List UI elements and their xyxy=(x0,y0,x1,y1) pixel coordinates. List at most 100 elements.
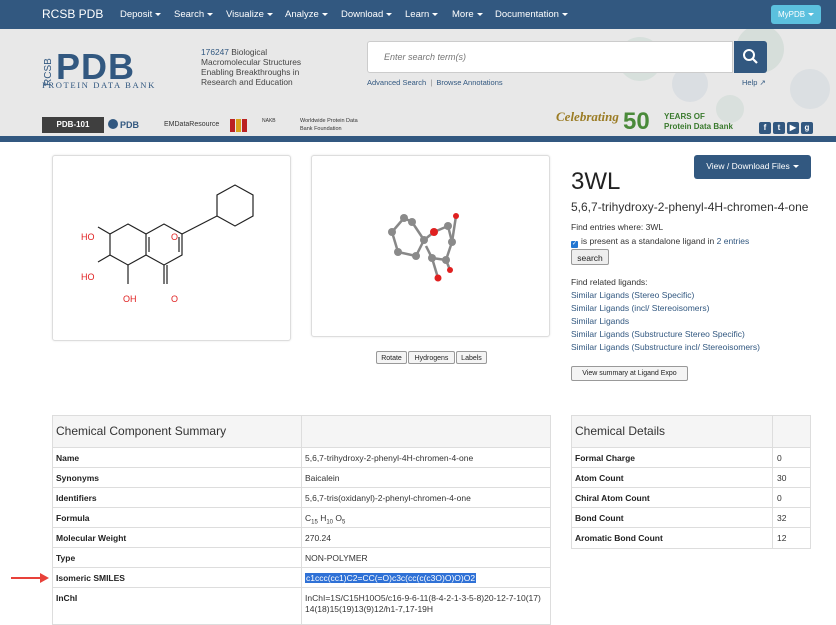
caret-down-icon xyxy=(476,12,483,16)
nav-search-label: Search xyxy=(174,9,205,20)
wwpdb-logo-text: PDB xyxy=(120,120,140,130)
annotation-arrow-line xyxy=(11,577,41,579)
table-row: Atom Count 30 xyxy=(572,468,810,488)
nav-documentation[interactable]: Documentation xyxy=(495,9,568,20)
find-entries-text: Find entries where: 3WL xyxy=(571,222,664,232)
mypdb-label: MyPDB xyxy=(777,10,806,19)
pdb-logo-subtitle: PROTEIN DATA BANK xyxy=(42,80,156,90)
standalone-text: is present as a standalone ligand in xyxy=(581,236,717,246)
structure-2d-image: HO HO OH O O xyxy=(81,184,254,304)
celebrating-text: Celebrating xyxy=(556,109,619,124)
link-separator: | xyxy=(430,78,433,87)
row-value: 5,6,7-trihydroxy-2-phenyl-4H-chromen-4-o… xyxy=(305,453,474,463)
external-link-icon: ↗ xyxy=(759,78,766,87)
standalone-checkbox[interactable]: ✓ xyxy=(571,241,578,248)
nav-download[interactable]: Download xyxy=(341,9,393,20)
similar-ligands-stereoisomers-link[interactable]: Similar Ligands (incl/ Stereoisomers) xyxy=(571,303,709,313)
twitter-icon[interactable]: t xyxy=(773,122,785,134)
chemical-details-table: Chemical Details Formal Charge 0 Atom Cou… xyxy=(571,415,811,549)
mypdb-button[interactable]: MyPDB xyxy=(771,5,821,24)
nav-visualize[interactable]: Visualize xyxy=(226,9,273,20)
nav-analyze[interactable]: Analyze xyxy=(285,9,328,20)
caret-down-icon xyxy=(321,12,328,16)
entries-search-button[interactable]: search xyxy=(571,249,609,265)
emdataresource-logo[interactable]: EMDataResource xyxy=(164,117,226,133)
details-table-title: Chemical Details xyxy=(572,416,810,448)
row-key: InChI xyxy=(56,593,78,603)
structure-3d-viewer[interactable] xyxy=(311,155,550,337)
nakb-logo-text: NAKB xyxy=(262,118,276,124)
caret-down-icon xyxy=(207,12,214,16)
advanced-search-link[interactable]: Advanced Search xyxy=(367,78,426,87)
brand-link[interactable]: RCSB PDB xyxy=(42,7,103,21)
ligand-id-title: 3WL xyxy=(571,168,621,195)
site-header: RCSB PDB PROTEIN DATA BANK 176247 Biolog… xyxy=(0,29,836,136)
years-of-pdb-text: YEARS OF Protein Data Bank xyxy=(664,112,733,132)
row-value: 12 xyxy=(777,533,787,543)
tagline: 176247 Biological Macromolecular Structu… xyxy=(201,47,321,87)
similar-ligands-substructure-stereoisomers-link[interactable]: Similar Ligands (Substructure incl/ Ster… xyxy=(571,342,760,352)
structure-count[interactable]: 176247 xyxy=(201,47,229,57)
entries-link[interactable]: 2 entries xyxy=(717,236,750,246)
search-button[interactable] xyxy=(734,41,767,73)
row-value: NON-POLYMER xyxy=(305,553,368,563)
row-value: 32 xyxy=(777,513,787,523)
view-download-label: View / Download Files xyxy=(706,161,790,171)
caret-down-icon xyxy=(808,13,815,17)
facebook-icon[interactable]: f xyxy=(759,122,771,134)
row-key: Identifiers xyxy=(56,493,97,503)
similar-ligands-substructure-stereo-link[interactable]: Similar Ligands (Substructure Stereo Spe… xyxy=(571,329,745,339)
atom-label-oh: OH xyxy=(123,294,137,304)
row-key: Molecular Weight xyxy=(56,533,127,543)
years-line1: YEARS OF xyxy=(664,112,705,121)
nav-deposit-label: Deposit xyxy=(120,9,153,20)
table-row: Chiral Atom Count 0 xyxy=(572,488,810,508)
labels-button[interactable]: Labels xyxy=(456,351,487,364)
rotate-button[interactable]: Rotate xyxy=(376,351,407,364)
github-icon[interactable]: g xyxy=(801,122,813,134)
nav-download-label: Download xyxy=(341,9,384,20)
caret-down-icon xyxy=(155,12,162,16)
youtube-icon[interactable]: ▶ xyxy=(787,122,799,134)
formula-value: C15 H10 O5 xyxy=(305,513,346,526)
row-key: Atom Count xyxy=(575,473,624,483)
anniversary-50-icon: 50 xyxy=(623,108,650,135)
nav-deposit[interactable]: Deposit xyxy=(120,9,162,20)
row-value: Baicalein xyxy=(305,473,340,483)
standalone-ligand-row: ✓ is present as a standalone ligand in 2 … xyxy=(571,236,749,248)
table-row: Formal Charge 0 xyxy=(572,448,810,468)
row-value: InChI=1S/C15H10O5/c16-9-6-11(8-4-2-1-3-5… xyxy=(305,593,541,614)
help-label: Help xyxy=(742,78,758,87)
header-bottom-bar xyxy=(0,136,836,142)
nav-more[interactable]: More xyxy=(452,9,483,20)
row-key: Isomeric SMILES xyxy=(56,573,125,583)
nav-documentation-label: Documentation xyxy=(495,9,559,20)
table-row: Aromatic Bond Count 12 xyxy=(572,528,810,548)
row-key: Formula xyxy=(56,513,90,523)
search-links: Advanced Search | Browse Annotations xyxy=(367,78,503,87)
help-link[interactable]: Help ↗ xyxy=(742,78,766,87)
pdb101-logo[interactable]: PDB-101 xyxy=(42,117,104,133)
nakb-logo[interactable] xyxy=(230,117,260,133)
search-input[interactable] xyxy=(382,42,726,72)
similar-ligands-link[interactable]: Similar Ligands xyxy=(571,316,629,326)
browse-annotations-link[interactable]: Browse Annotations xyxy=(436,78,502,87)
wwpdb-logo[interactable]: PDB xyxy=(108,117,160,133)
atom-label-ho-top: HO xyxy=(81,232,95,242)
similar-ligands-stereo-link[interactable]: Similar Ligands (Stereo Specific) xyxy=(571,290,694,300)
row-value: 30 xyxy=(777,473,787,483)
nav-learn[interactable]: Learn xyxy=(405,9,439,20)
isomeric-smiles-value[interactable]: c1ccc(cc1)C2=CC(=O)c3c(cc(c(c3O)O)O)O2 xyxy=(305,573,477,583)
atom-label-ho-bottom: HO xyxy=(81,272,95,282)
view-download-files-button[interactable]: View / Download Files xyxy=(694,155,811,179)
view-summary-ligand-expo-button[interactable]: View summary at Ligand Expo xyxy=(571,366,688,381)
hydrogens-button[interactable]: Hydrogens xyxy=(408,351,455,364)
nav-visualize-label: Visualize xyxy=(226,9,264,20)
annotation-arrow-icon xyxy=(40,573,49,583)
caret-down-icon xyxy=(792,165,799,169)
wwpdb-foundation-logo[interactable]: Worldwide Protein Data Bank Foundation xyxy=(300,117,358,133)
search-icon xyxy=(743,49,758,64)
years-line2: Protein Data Bank xyxy=(664,122,733,131)
nav-search[interactable]: Search xyxy=(174,9,214,20)
table-row: Synonyms Baicalein xyxy=(53,468,550,488)
